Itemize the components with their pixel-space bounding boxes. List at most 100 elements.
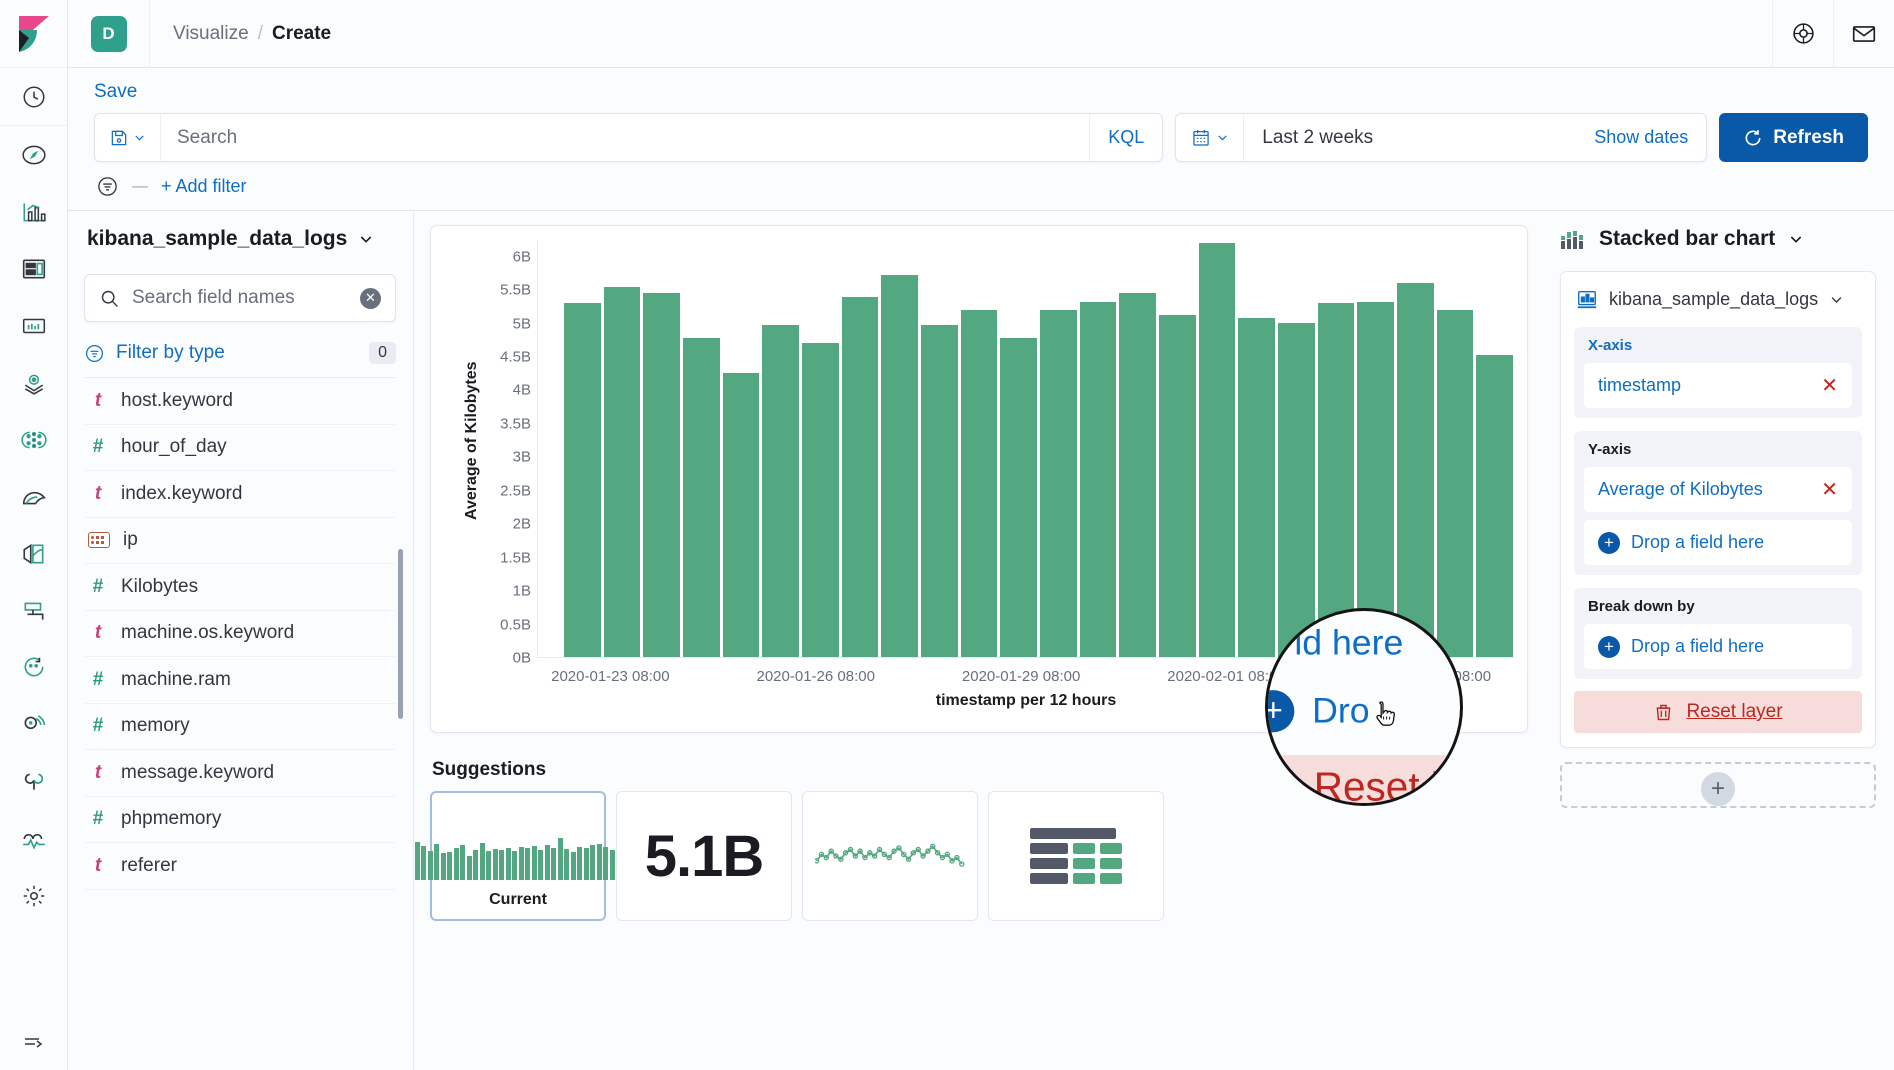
bar[interactable] (1278, 323, 1315, 657)
field-item[interactable]: thost.keyword (84, 378, 396, 425)
filter-separator: — (132, 178, 148, 196)
field-item[interactable]: #machine.ram (84, 657, 396, 704)
sidebar-item-management[interactable] (0, 867, 68, 924)
bar-series[interactable] (537, 240, 1515, 658)
refresh-button[interactable]: Refresh (1719, 113, 1868, 162)
reset-layer-button[interactable]: Reset layer (1574, 691, 1862, 733)
mini-bar (590, 845, 595, 880)
bar[interactable] (961, 310, 998, 657)
sidebar-item-logs[interactable] (0, 525, 68, 582)
breadcrumb-visualize[interactable]: Visualize (173, 23, 249, 45)
sidebar-item-dashboard[interactable] (0, 240, 68, 297)
add-layer-button[interactable]: + (1701, 772, 1735, 806)
bar[interactable] (762, 325, 799, 657)
field-item[interactable]: #memory (84, 704, 396, 751)
sidebar-item-visualize[interactable] (0, 183, 68, 240)
sidebar-item-apm[interactable] (0, 582, 68, 639)
x-axis-dimension-timestamp[interactable]: timestamp ✕ (1584, 363, 1852, 408)
field-item[interactable]: #hour_of_day (84, 425, 396, 472)
sidebar-item-machine-learning[interactable] (0, 411, 68, 468)
field-search-input[interactable] (132, 287, 348, 309)
break-down-by-drop-target[interactable]: + Drop a field here (1584, 624, 1852, 669)
sidebar-item-maps[interactable] (0, 354, 68, 411)
drop-field-label: Drop a field here (1631, 636, 1764, 657)
datatable-suggestion[interactable] (988, 791, 1164, 921)
sidebar-item-siem[interactable] (0, 696, 68, 753)
filter-by-type-button[interactable]: Filter by type 0 (84, 342, 396, 378)
field-name: index.keyword (121, 483, 242, 505)
bar[interactable] (1437, 310, 1474, 657)
mini-bar (415, 842, 420, 880)
bar[interactable] (842, 297, 879, 657)
bar[interactable] (802, 343, 839, 657)
bar-chart-suggestion[interactable]: Current (430, 791, 606, 921)
line-chart-suggestion[interactable] (802, 791, 978, 921)
bar[interactable] (564, 303, 601, 657)
sidebar-item-recently-viewed[interactable] (0, 68, 68, 126)
kibana-logo[interactable] (0, 0, 68, 68)
field-item[interactable]: #Kilobytes (84, 564, 396, 611)
filter-icon[interactable] (96, 175, 119, 198)
chart-type-selector[interactable]: Stacked bar chart (1560, 227, 1876, 251)
y-axis-tick-label: 5.5B (500, 282, 531, 299)
bar[interactable] (643, 293, 680, 657)
kql-toggle-button[interactable]: KQL (1089, 114, 1162, 161)
add-layer-dropzone[interactable]: + (1560, 762, 1876, 808)
add-filter-button[interactable]: + Add filter (161, 176, 247, 197)
bar[interactable] (723, 373, 760, 657)
field-item[interactable]: treferer (84, 843, 396, 890)
remove-dimension-icon[interactable]: ✕ (1821, 477, 1838, 502)
field-item[interactable]: ip (84, 518, 396, 565)
field-item[interactable]: #phpmemory (84, 797, 396, 844)
bar[interactable] (1040, 310, 1077, 657)
bar[interactable] (921, 325, 958, 657)
field-list-scrollbar[interactable] (398, 549, 403, 719)
space-badge[interactable]: D (91, 16, 127, 52)
collapse-nav-icon[interactable] (0, 1013, 68, 1070)
help-icon[interactable] (1772, 0, 1833, 68)
sidebar-item-canvas[interactable] (0, 297, 68, 354)
layer-datasource-selector[interactable]: kibana_sample_data_logs (1574, 286, 1862, 314)
bar[interactable] (1476, 355, 1513, 657)
bar[interactable] (1397, 283, 1434, 657)
sidebar-item-discover[interactable] (0, 126, 68, 183)
filter-list-icon (84, 343, 105, 364)
bar[interactable] (604, 287, 641, 657)
sidebar-item-infrastructure[interactable] (0, 468, 68, 525)
remove-dimension-icon[interactable]: ✕ (1821, 373, 1838, 398)
metric-suggestion[interactable]: 5.1B (616, 791, 792, 921)
mini-bar (506, 848, 511, 880)
y-axis-dimension-average-kilobytes[interactable]: Average of Kilobytes ✕ (1584, 467, 1852, 512)
bar[interactable] (1357, 302, 1394, 657)
save-button[interactable]: Save (94, 78, 137, 113)
bar[interactable] (881, 275, 918, 657)
mail-icon[interactable] (1833, 0, 1894, 68)
y-axis-tick-label: 0B (513, 650, 531, 667)
breadcrumb: Visualize / Create (150, 23, 331, 45)
show-dates-button[interactable]: Show dates (1576, 114, 1706, 161)
datasource-selector[interactable]: kibana_sample_data_logs (84, 227, 413, 251)
bar[interactable] (1000, 338, 1037, 657)
bar[interactable] (683, 338, 720, 657)
search-input[interactable] (161, 114, 1089, 161)
field-item[interactable]: tmessage.keyword (84, 750, 396, 797)
bar[interactable] (1199, 243, 1236, 657)
bar[interactable] (1080, 302, 1117, 657)
mini-bar (551, 848, 556, 880)
date-range-value[interactable]: Last 2 weeks (1244, 114, 1576, 161)
field-item[interactable]: tmachine.os.keyword (84, 611, 396, 658)
y-axis-drop-target[interactable]: + Drop a field here (1584, 520, 1852, 565)
sidebar-item-dev-tools[interactable] (0, 753, 68, 810)
clear-search-icon[interactable]: ✕ (360, 288, 381, 309)
bar[interactable] (1159, 315, 1196, 657)
field-item[interactable]: tindex.keyword (84, 471, 396, 518)
bar[interactable] (1318, 303, 1355, 657)
sidebar-item-monitoring[interactable] (0, 810, 68, 867)
bar[interactable] (1119, 293, 1156, 657)
bar[interactable] (1238, 318, 1275, 657)
space-badge-wrapper: D (68, 0, 150, 68)
y-axis-label: Y-axis (1588, 441, 1852, 458)
calendar-icon[interactable] (1176, 114, 1244, 161)
saved-query-icon[interactable] (95, 114, 161, 161)
sidebar-item-uptime[interactable] (0, 639, 68, 696)
